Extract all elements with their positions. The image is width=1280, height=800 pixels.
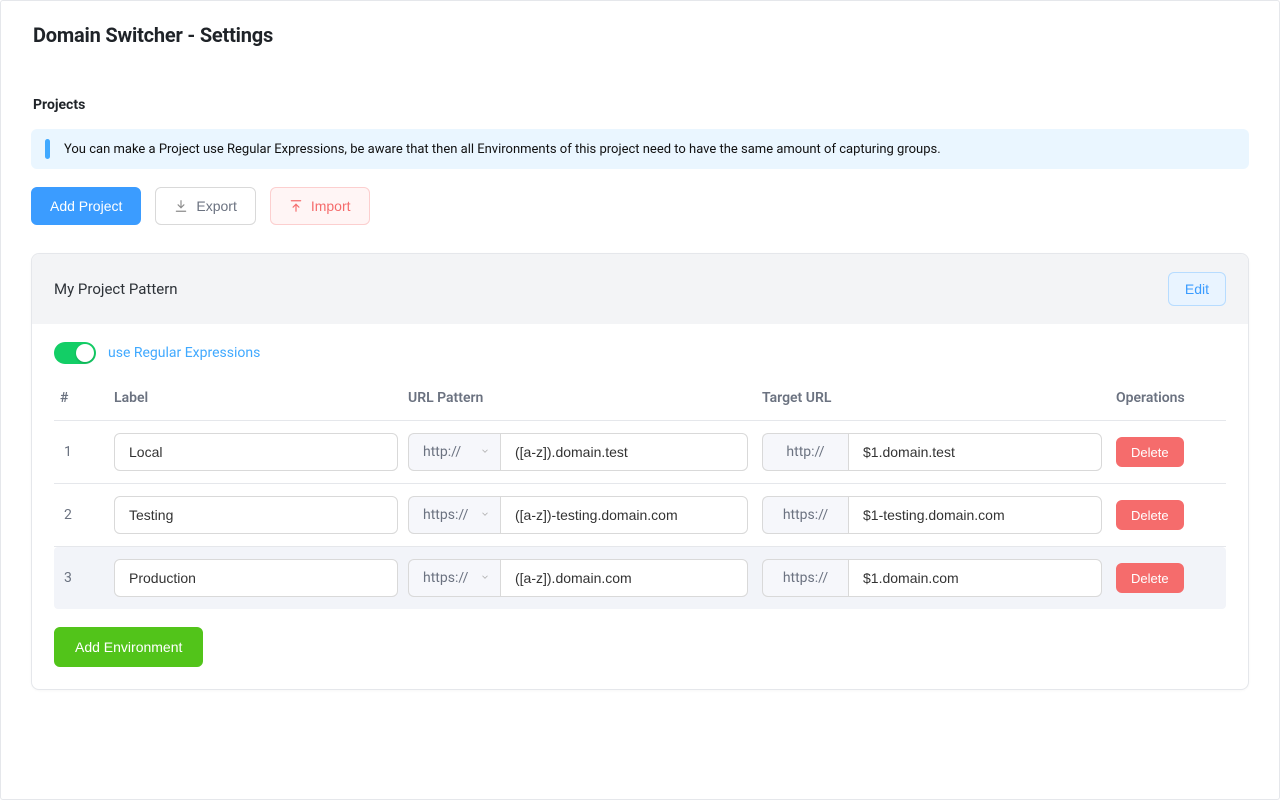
target-url-input[interactable] bbox=[848, 496, 1102, 534]
target-url-scheme-value: https:// bbox=[783, 570, 828, 586]
table-row: 2 https:// bbox=[54, 484, 1226, 547]
target-url-scheme-value: https:// bbox=[783, 507, 828, 523]
label-cell bbox=[114, 559, 398, 597]
section-heading-projects: Projects bbox=[33, 97, 1249, 113]
project-card-header: My Project Pattern Edit bbox=[32, 254, 1248, 324]
label-input[interactable] bbox=[114, 433, 398, 471]
regex-toggle-label: use Regular Expressions bbox=[108, 345, 260, 361]
export-label: Export bbox=[196, 198, 236, 214]
operations-cell: Delete bbox=[1116, 500, 1238, 530]
settings-page: Domain Switcher - Settings Projects You … bbox=[0, 0, 1280, 800]
project-card: My Project Pattern Edit use Regular Expr… bbox=[31, 253, 1249, 690]
edit-project-button[interactable]: Edit bbox=[1168, 272, 1226, 306]
row-index: 1 bbox=[60, 444, 110, 460]
target-url-scheme-value: http:// bbox=[786, 444, 824, 460]
label-cell bbox=[114, 433, 398, 471]
col-header-target-url: Target URL bbox=[762, 390, 1112, 406]
url-pattern-cell: http:// bbox=[408, 433, 748, 471]
chevron-down-icon bbox=[480, 444, 490, 460]
target-url-cell: https:// bbox=[762, 496, 1102, 534]
import-button[interactable]: Import bbox=[270, 187, 370, 225]
label-input[interactable] bbox=[114, 559, 398, 597]
col-header-index: # bbox=[60, 390, 110, 406]
edit-project-label: Edit bbox=[1185, 281, 1209, 297]
regex-toggle[interactable] bbox=[54, 342, 96, 364]
target-url-input[interactable] bbox=[848, 559, 1102, 597]
project-title: My Project Pattern bbox=[54, 280, 178, 298]
add-project-button[interactable]: Add Project bbox=[31, 187, 141, 225]
environments-table: # Label URL Pattern Target URL Operation… bbox=[54, 378, 1226, 609]
url-pattern-cell: https:// bbox=[408, 559, 748, 597]
target-url-scheme: http:// bbox=[762, 433, 848, 471]
url-pattern-scheme-value: https:// bbox=[423, 570, 468, 586]
target-url-scheme: https:// bbox=[762, 559, 848, 597]
delete-row-button[interactable]: Delete bbox=[1116, 500, 1184, 530]
url-pattern-scheme-select[interactable]: http:// bbox=[408, 433, 500, 471]
export-button[interactable]: Export bbox=[155, 187, 255, 225]
url-pattern-input[interactable] bbox=[500, 496, 748, 534]
table-header: # Label URL Pattern Target URL Operation… bbox=[54, 378, 1226, 421]
delete-label: Delete bbox=[1131, 571, 1169, 586]
operations-cell: Delete bbox=[1116, 437, 1238, 467]
url-pattern-scheme-select[interactable]: https:// bbox=[408, 496, 500, 534]
url-pattern-input[interactable] bbox=[500, 433, 748, 471]
row-index: 3 bbox=[60, 570, 110, 586]
chevron-down-icon bbox=[480, 570, 490, 586]
col-header-url-pattern: URL Pattern bbox=[408, 390, 758, 406]
add-environment-button[interactable]: Add Environment bbox=[54, 627, 203, 667]
download-icon bbox=[174, 199, 188, 213]
info-alert-text: You can make a Project use Regular Expre… bbox=[64, 142, 941, 157]
target-url-scheme: https:// bbox=[762, 496, 848, 534]
delete-label: Delete bbox=[1131, 445, 1169, 460]
url-pattern-scheme-value: http:// bbox=[423, 444, 461, 460]
operations-cell: Delete bbox=[1116, 563, 1238, 593]
url-pattern-scheme-select[interactable]: https:// bbox=[408, 559, 500, 597]
chevron-down-icon bbox=[480, 507, 490, 523]
url-pattern-cell: https:// bbox=[408, 496, 748, 534]
delete-row-button[interactable]: Delete bbox=[1116, 563, 1184, 593]
delete-label: Delete bbox=[1131, 508, 1169, 523]
project-card-body: use Regular Expressions # Label URL Patt… bbox=[32, 324, 1248, 689]
label-cell bbox=[114, 496, 398, 534]
table-row: 3 https:// bbox=[54, 547, 1226, 609]
upload-icon bbox=[289, 199, 303, 213]
target-url-cell: https:// bbox=[762, 559, 1102, 597]
delete-row-button[interactable]: Delete bbox=[1116, 437, 1184, 467]
url-pattern-scheme-value: https:// bbox=[423, 507, 468, 523]
row-index: 2 bbox=[60, 507, 110, 523]
url-pattern-input[interactable] bbox=[500, 559, 748, 597]
projects-toolbar: Add Project Export Import bbox=[31, 187, 1249, 225]
regex-toggle-row: use Regular Expressions bbox=[54, 342, 1226, 364]
page-title: Domain Switcher - Settings bbox=[33, 23, 1249, 47]
import-label: Import bbox=[311, 198, 351, 214]
add-environment-label: Add Environment bbox=[75, 639, 182, 655]
info-alert: You can make a Project use Regular Expre… bbox=[31, 129, 1249, 169]
col-header-label: Label bbox=[114, 390, 404, 406]
target-url-input[interactable] bbox=[848, 433, 1102, 471]
label-input[interactable] bbox=[114, 496, 398, 534]
col-header-operations: Operations bbox=[1116, 390, 1238, 406]
table-row: 1 http:// h bbox=[54, 421, 1226, 484]
target-url-cell: http:// bbox=[762, 433, 1102, 471]
add-project-label: Add Project bbox=[50, 198, 122, 214]
